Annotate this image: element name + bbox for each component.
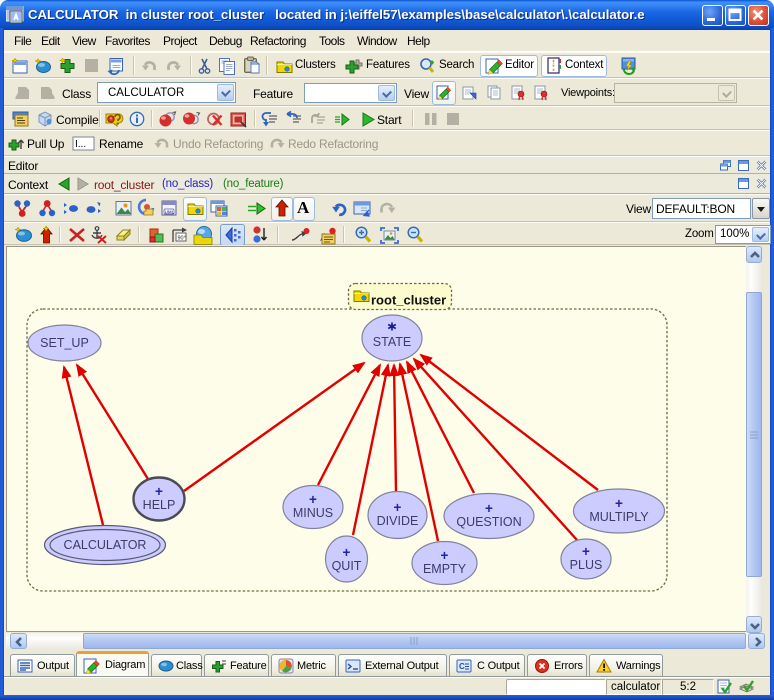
svg-text:MULTIPLY: MULTIPLY	[589, 510, 649, 524]
svg-text:+: +	[394, 500, 402, 515]
svg-text:root_cluster: root_cluster	[371, 293, 446, 308]
svg-text:QUESTION: QUESTION	[456, 515, 521, 529]
svg-text:EMPTY: EMPTY	[423, 562, 467, 576]
svg-text:QUIT: QUIT	[332, 559, 362, 573]
svg-text:+: +	[615, 496, 623, 511]
svg-text:+: +	[441, 548, 449, 563]
svg-text:PLUS: PLUS	[570, 558, 603, 572]
svg-text:SET_UP: SET_UP	[40, 336, 89, 350]
svg-text:+: +	[485, 501, 493, 516]
svg-text:HELP: HELP	[143, 498, 176, 512]
svg-text:+: +	[309, 492, 317, 507]
svg-text:+: +	[582, 544, 590, 559]
svg-text:+: +	[155, 484, 163, 499]
svg-text:+: +	[343, 545, 351, 560]
svg-text:MINUS: MINUS	[293, 506, 333, 520]
svg-text:I...: I...	[75, 139, 86, 150]
svg-text:C: C	[459, 662, 465, 671]
svg-text:STATE: STATE	[373, 335, 411, 349]
svg-text:CALCULATOR: CALCULATOR	[64, 538, 147, 552]
svg-text:UML: UML	[165, 209, 175, 214]
svg-text:90°: 90°	[178, 236, 186, 242]
svg-text:DIVIDE: DIVIDE	[377, 514, 419, 528]
